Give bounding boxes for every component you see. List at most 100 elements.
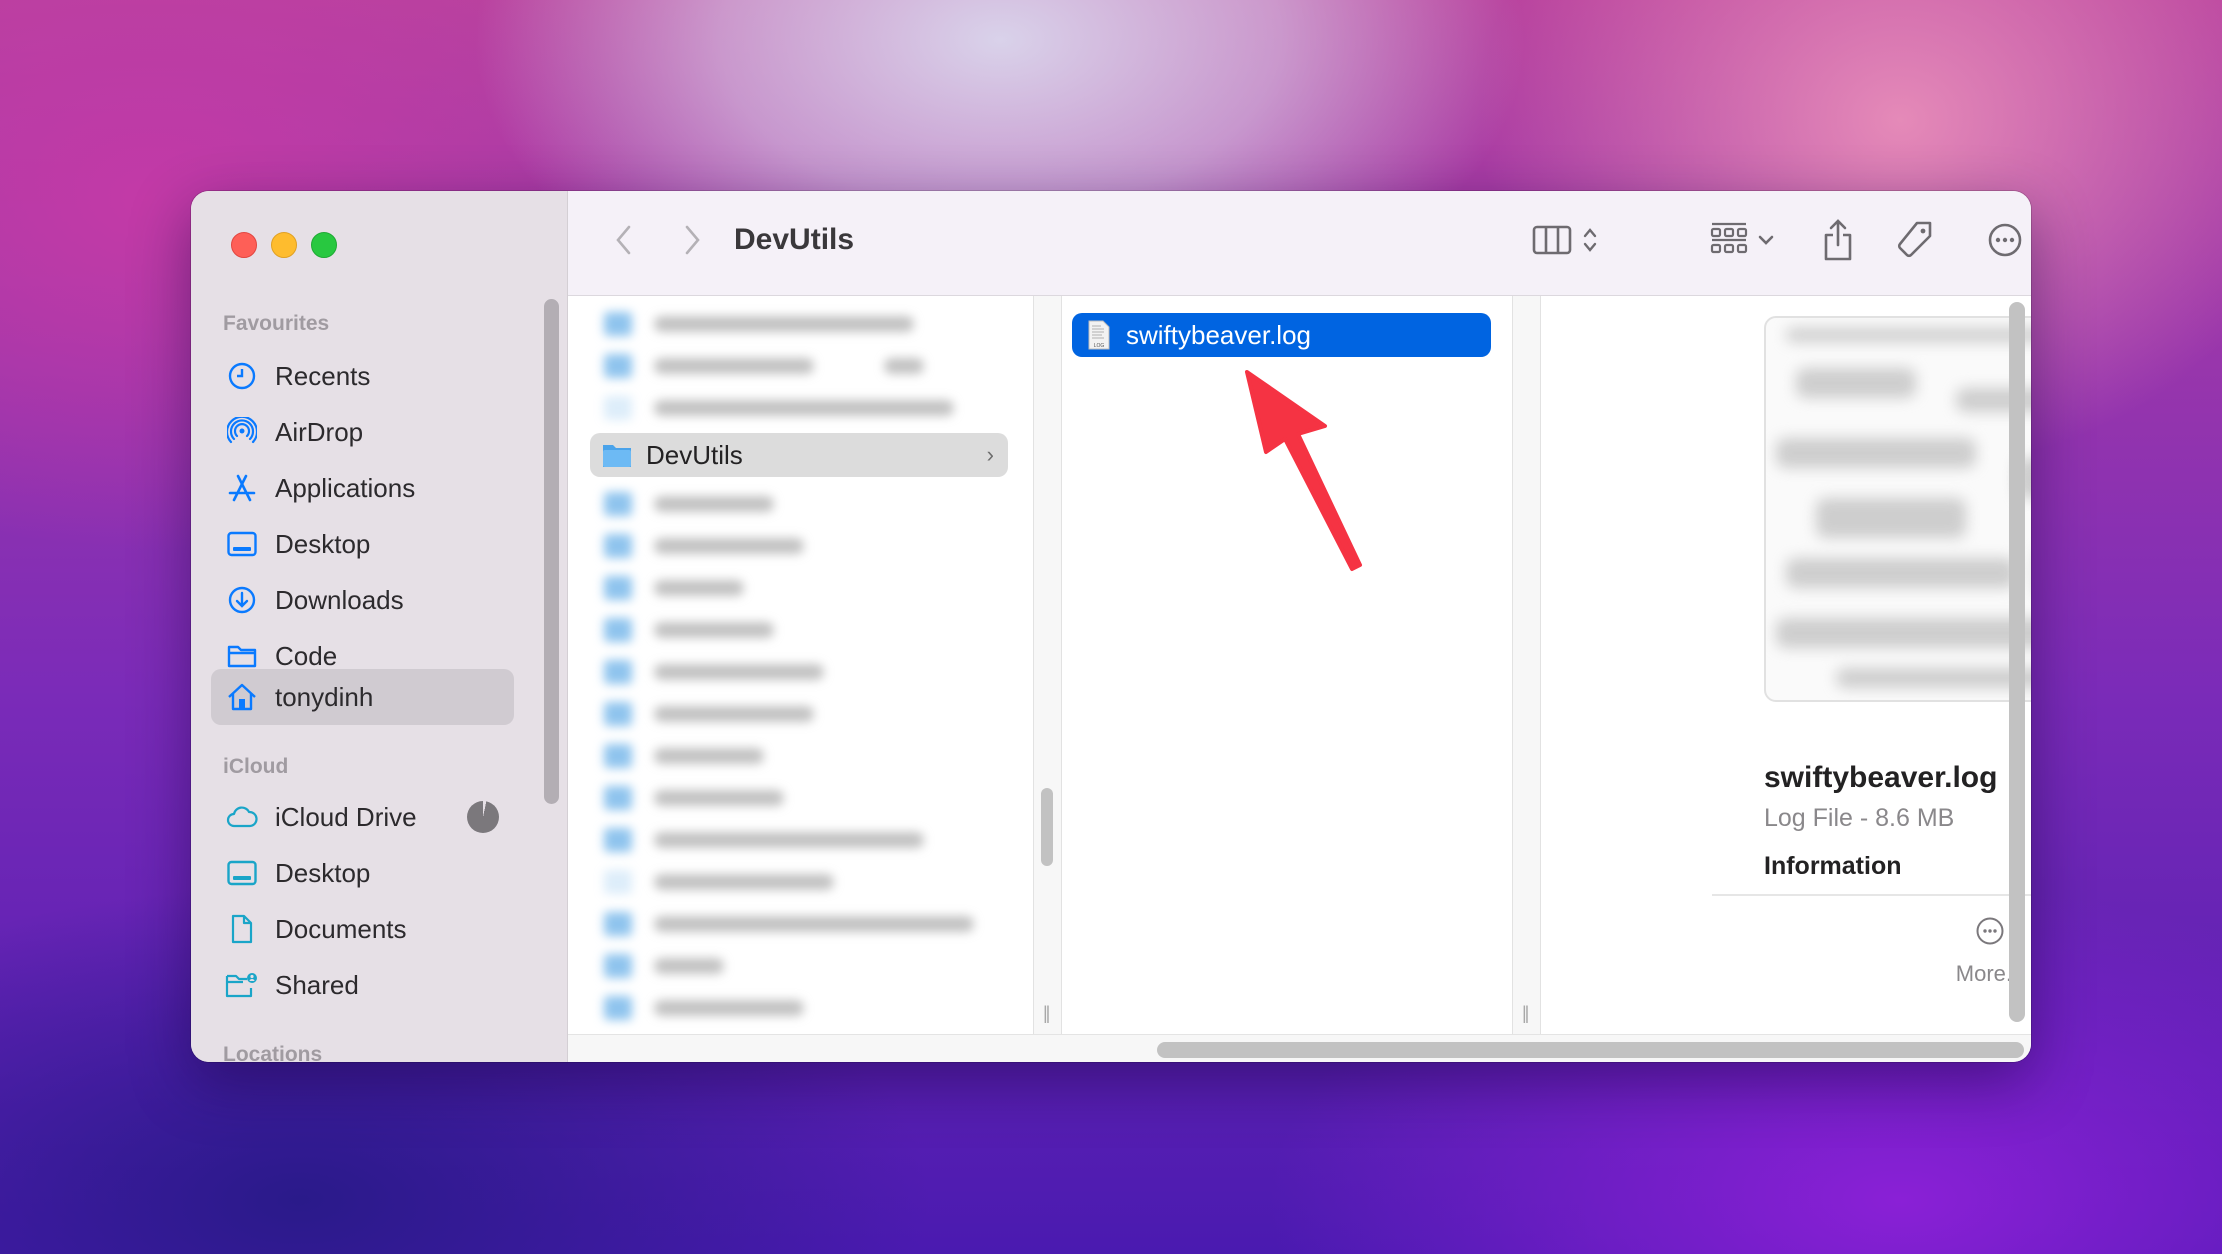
sidebar-item-recents[interactable]: Recents [211, 348, 514, 404]
preview-information-heading: Information [1764, 852, 1902, 880]
horizontal-scrollbar[interactable] [1157, 1042, 2024, 1058]
back-button[interactable] [608, 219, 638, 265]
redacted-folder-row[interactable] [604, 948, 1014, 984]
sidebar-item-tonydinh[interactable]: tonydinh [211, 669, 514, 725]
horizontal-scroll-track [568, 1034, 2031, 1062]
more-actions-icon [1987, 222, 2023, 263]
sidebar-item-desktop[interactable]: Desktop [211, 516, 514, 572]
share-icon [1822, 218, 1854, 266]
file-row-swiftybeaver-log[interactable]: LOG swiftybeaver.log [1072, 313, 1491, 357]
sidebar-item-label: Shared [275, 969, 359, 1000]
sidebar-item-label: Desktop [275, 528, 371, 559]
redacted-folder-row[interactable] [604, 390, 1014, 426]
sidebar-section-locations: Locations [223, 1043, 323, 1062]
redacted-folder-row[interactable] [604, 780, 1014, 816]
airdrop-icon [225, 415, 259, 449]
chevron-down-icon [1758, 233, 1774, 251]
folder-row-devutils[interactable]: DevUtils › [590, 433, 1008, 477]
redacted-folder-row[interactable] [604, 570, 1014, 606]
back-chevron-icon [614, 224, 632, 261]
finder-window: Favourites Recents AirDrop Applications … [191, 191, 2031, 1062]
share-button[interactable] [1818, 218, 1858, 266]
icloud-sync-progress-icon [467, 801, 499, 833]
sidebar-item-downloads[interactable]: Downloads [211, 572, 514, 628]
minimize-window-button[interactable] [271, 232, 297, 258]
redacted-folder-row[interactable] [604, 990, 1014, 1026]
sidebar-item-label: tonydinh [275, 681, 374, 712]
document-icon [225, 912, 259, 946]
file-name: swiftybeaver.log [1126, 319, 1311, 350]
close-window-button[interactable] [231, 232, 257, 258]
sidebar-item-label: Downloads [275, 584, 404, 615]
group-button[interactable] [1702, 219, 1782, 265]
chevron-right-icon: › [986, 442, 994, 467]
redacted-preview-content [1776, 328, 2031, 700]
cloud-icon [225, 800, 259, 834]
column-browser: DevUtils › || LOG swiftybeaver.log || sw… [568, 296, 2031, 1034]
sidebar-item-shared[interactable]: Shared [211, 957, 514, 1013]
shared-folder-icon [225, 968, 259, 1002]
resize-grip-icon: || [1522, 1003, 1530, 1023]
preview-column: swiftybeaver.log Log File - 8.6 MB Infor… [1540, 296, 2031, 1034]
divider [1712, 894, 2031, 896]
window-title: DevUtils [734, 223, 855, 256]
sidebar-item-label: Documents [275, 913, 407, 944]
sidebar-item-label: AirDrop [275, 416, 364, 447]
sidebar: Favourites Recents AirDrop Applications … [191, 191, 568, 1062]
tag-button[interactable] [1893, 219, 1937, 265]
resize-grip-icon: || [1043, 1003, 1051, 1023]
desktop-icon [225, 527, 259, 561]
sidebar-section-icloud: iCloud [223, 755, 289, 778]
more-button[interactable]: More... [1870, 916, 2031, 1016]
preview-kind-size: Log File - 8.6 MB [1764, 804, 1955, 832]
preview-file-name: swiftybeaver.log [1764, 761, 1998, 794]
sidebar-item-label: Applications [275, 472, 416, 503]
redacted-folder-row[interactable] [604, 822, 1014, 858]
sidebar-section-favourites: Favourites [223, 312, 330, 335]
actions-button[interactable] [1978, 219, 2031, 265]
redacted-folder-row[interactable] [604, 696, 1014, 732]
file-preview-thumbnail[interactable] [1764, 316, 2031, 702]
sidebar-item-label: Recents [275, 360, 371, 391]
clock-icon [225, 359, 259, 393]
sidebar-item-label: iCloud Drive [275, 801, 417, 832]
sidebar-item-airdrop[interactable]: AirDrop [211, 404, 514, 460]
column-1-scrollbar[interactable] [1041, 788, 1053, 866]
preview-column-scrollbar[interactable] [2009, 302, 2025, 1022]
redacted-folder-row[interactable] [604, 864, 1014, 900]
sidebar-item-applications[interactable]: Applications [211, 460, 514, 516]
downloads-icon [225, 583, 259, 617]
desktop-icon [225, 856, 259, 890]
redacted-folder-row[interactable] [604, 738, 1014, 774]
redacted-folder-row[interactable] [604, 612, 1014, 648]
view-mode-button[interactable] [1520, 219, 1610, 265]
column-2: LOG swiftybeaver.log [1055, 296, 1512, 1034]
redacted-folder-row[interactable] [604, 306, 1014, 342]
toolbar: DevUtils [568, 191, 2031, 296]
up-down-chevron-icon [1582, 226, 1598, 259]
sidebar-item-icloud-desktop[interactable]: Desktop [211, 845, 514, 901]
home-icon [225, 680, 259, 714]
svg-text:LOG: LOG [1094, 343, 1105, 349]
redacted-folder-row[interactable] [604, 486, 1014, 522]
sidebar-item-documents[interactable]: Documents [211, 901, 514, 957]
zoom-window-button[interactable] [311, 232, 337, 258]
sidebar-item-label: Code [275, 640, 338, 671]
tag-icon [1895, 220, 1935, 265]
redacted-folder-row[interactable] [604, 348, 1014, 384]
folder-name: DevUtils [646, 439, 743, 470]
folder-icon [602, 442, 632, 468]
column-1: DevUtils › [568, 296, 1033, 1034]
folder-icon [225, 639, 259, 673]
group-grid-icon [1710, 222, 1748, 263]
columns-view-icon [1532, 224, 1572, 261]
more-icon [1975, 916, 2005, 951]
sidebar-scrollbar[interactable] [544, 299, 559, 804]
redacted-folder-row[interactable] [604, 654, 1014, 690]
forward-button[interactable] [678, 219, 708, 265]
redacted-folder-row[interactable] [604, 906, 1014, 942]
log-file-icon: LOG [1088, 320, 1110, 350]
redacted-folder-row[interactable] [604, 528, 1014, 564]
column-resize-handle[interactable]: || [1512, 296, 1541, 1034]
sidebar-item-label: Desktop [275, 857, 371, 888]
